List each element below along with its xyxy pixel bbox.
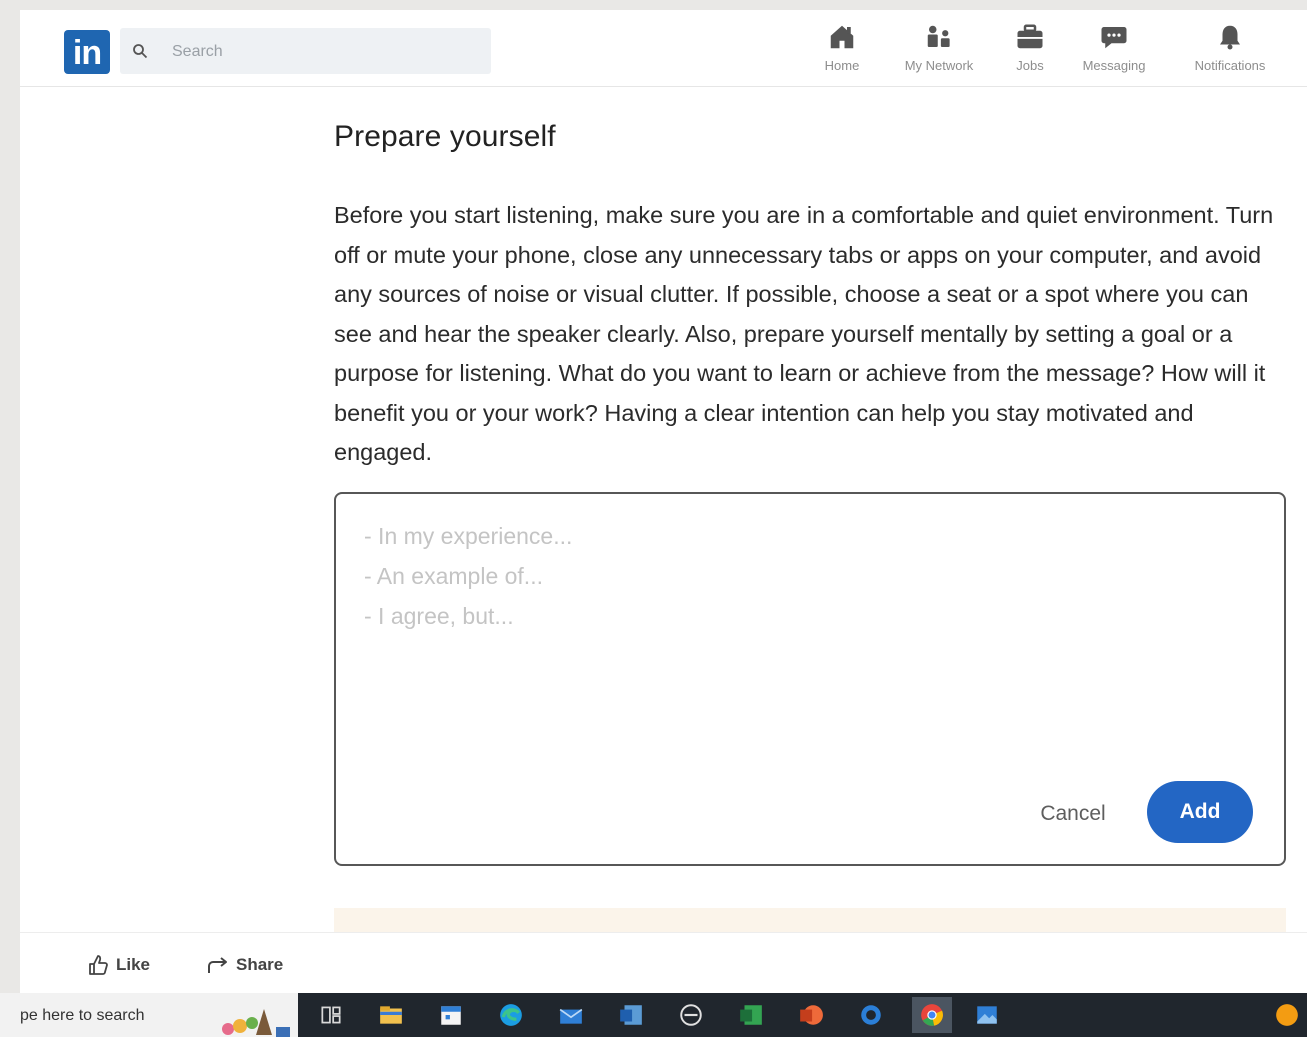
top-nav: in Home My Network xyxy=(20,10,1307,87)
share-arrow-icon xyxy=(208,957,227,973)
next-section-strip xyxy=(334,908,1286,932)
like-button[interactable]: Like xyxy=(86,953,150,977)
edge-icon xyxy=(500,1004,522,1026)
file-explorer-icon xyxy=(380,1006,402,1024)
nav-item-home[interactable]: Home xyxy=(812,22,872,82)
browser-viewport: in Home My Network xyxy=(20,10,1307,994)
search-input[interactable] xyxy=(170,36,474,68)
nav-item-my-network[interactable]: My Network xyxy=(892,22,986,82)
share-button[interactable]: Share xyxy=(206,953,283,977)
calendar-icon xyxy=(441,1006,461,1025)
taskbar-edge[interactable] xyxy=(496,1001,526,1029)
like-icon xyxy=(89,955,108,975)
search-box[interactable] xyxy=(120,28,491,74)
section-body: Before you start listening, make sure yo… xyxy=(334,202,1274,465)
network-icon xyxy=(927,25,950,47)
nav-label: My Network xyxy=(904,58,974,73)
taskbar-tray[interactable] xyxy=(1272,1001,1302,1029)
taskbar-powerpoint[interactable] xyxy=(796,1001,826,1029)
taskbar-dell[interactable] xyxy=(676,1001,706,1029)
action-bar: Like Share xyxy=(20,932,1307,994)
nav-label: Messaging xyxy=(1082,58,1146,73)
word-icon xyxy=(620,1005,642,1025)
dell-icon xyxy=(680,1004,702,1026)
nav-label: Jobs xyxy=(1016,58,1044,73)
windows-taskbar xyxy=(0,993,1307,1037)
taskbar-chrome[interactable] xyxy=(912,997,952,1033)
task-view-icon xyxy=(321,1006,341,1024)
photos-icon xyxy=(977,1006,997,1024)
share-label: Share xyxy=(236,955,284,974)
taskbar-calendar[interactable] xyxy=(436,1001,466,1029)
taskbar-word[interactable] xyxy=(616,1001,646,1029)
taskbar-search[interactable] xyxy=(0,993,298,1037)
excel-icon xyxy=(740,1005,762,1025)
briefcase-icon xyxy=(1017,24,1043,49)
contribution-input[interactable] xyxy=(362,514,1246,758)
search-highlight-icon xyxy=(222,1009,290,1037)
nav-item-notifications[interactable]: Notifications xyxy=(1180,22,1280,82)
messaging-icon xyxy=(1101,27,1127,49)
cortana-icon xyxy=(861,1005,881,1025)
chrome-icon xyxy=(921,1004,943,1026)
taskbar-excel[interactable] xyxy=(736,1001,766,1029)
powerpoint-icon xyxy=(800,1005,823,1025)
nav-item-jobs[interactable]: Jobs xyxy=(1006,22,1054,82)
taskbar-mail[interactable] xyxy=(556,1001,586,1029)
tray-icon xyxy=(1276,1004,1298,1026)
taskbar-cortana[interactable] xyxy=(856,1001,886,1029)
search-icon xyxy=(133,44,148,59)
section-heading: Prepare yourself xyxy=(334,120,556,153)
mail-icon xyxy=(559,1008,583,1024)
taskbar-file-explorer[interactable] xyxy=(376,1001,406,1029)
home-icon xyxy=(830,25,854,49)
add-button[interactable]: Add xyxy=(1147,781,1253,843)
taskbar-task-view[interactable] xyxy=(316,1001,346,1029)
taskbar-photos[interactable] xyxy=(972,1001,1002,1029)
nav-label: Home xyxy=(824,58,860,73)
nav-label: Notifications xyxy=(1194,58,1266,73)
linkedin-logo[interactable]: in xyxy=(64,30,110,74)
cancel-button[interactable]: Cancel xyxy=(1028,792,1118,836)
like-label: Like xyxy=(116,955,151,974)
contribution-box: Cancel Add xyxy=(334,492,1286,866)
bell-icon xyxy=(1220,25,1240,50)
nav-item-messaging[interactable]: Messaging xyxy=(1072,22,1156,82)
taskbar-search-input[interactable] xyxy=(18,1001,192,1031)
